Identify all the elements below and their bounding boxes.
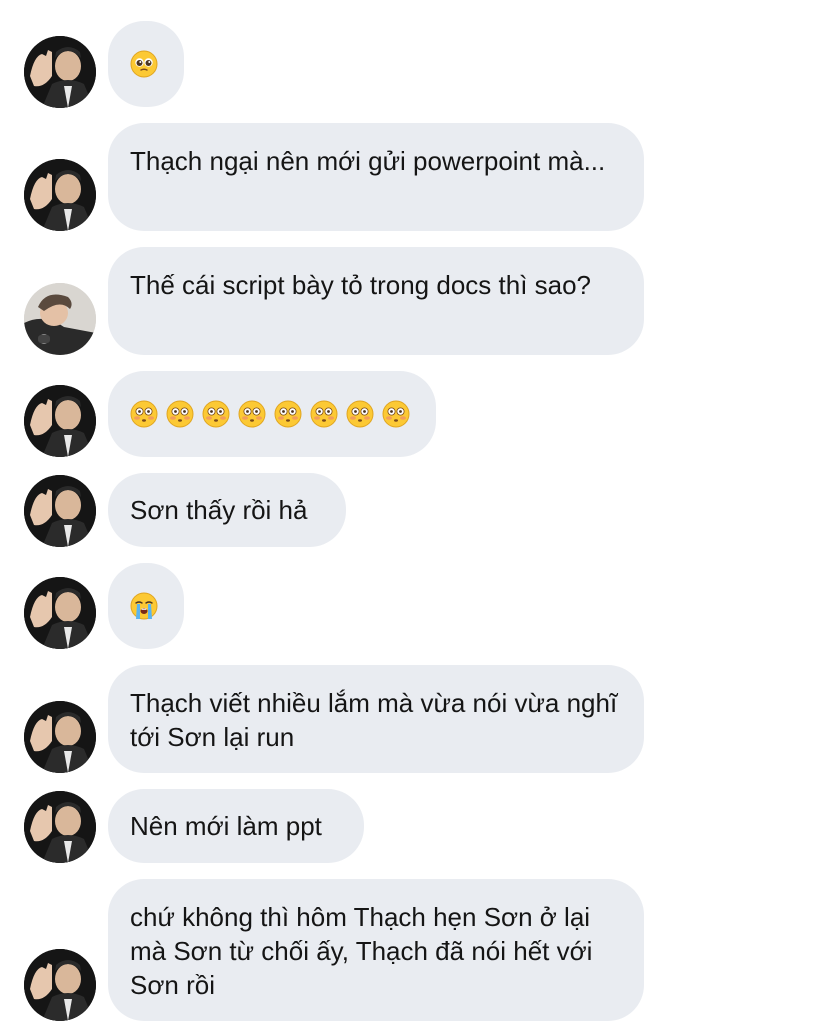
sender-avatar-son[interactable]: [24, 283, 96, 355]
message-bubble[interactable]: chứ không thì hôm Thạch hẹn Sơn ở lại mà…: [108, 879, 644, 1021]
sender-avatar-thach[interactable]: [24, 36, 96, 108]
pleading-face-icon: [130, 50, 158, 78]
flushed-face-icon: [166, 400, 194, 428]
sender-avatar-thach[interactable]: [24, 949, 96, 1021]
flushed-face-icon: [310, 400, 338, 428]
message-text: Sơn thấy rồi hả: [130, 495, 308, 525]
flushed-face-icon: [382, 400, 410, 428]
sender-avatar-thach[interactable]: [24, 385, 96, 457]
message-thread: Thạch ngại nên mới gửi powerpoint mà... …: [0, 0, 828, 1036]
emoji-row: [130, 400, 410, 428]
sender-avatar-thach[interactable]: [24, 791, 96, 863]
emoji-row: [130, 592, 158, 620]
sender-avatar-thach[interactable]: [24, 701, 96, 773]
message-text: Thế cái script bày tỏ trong docs thì sao…: [130, 270, 592, 300]
message-bubble[interactable]: [108, 563, 184, 649]
flushed-face-icon: [274, 400, 302, 428]
message-bubble[interactable]: Sơn thấy rồi hả: [108, 473, 346, 547]
emoji-row: [130, 50, 158, 78]
message-text: Nên mới làm ppt: [130, 811, 322, 841]
flushed-face-icon: [202, 400, 230, 428]
sender-avatar-thach[interactable]: [24, 159, 96, 231]
message-text: Thạch ngại nên mới gửi powerpoint mà...: [130, 146, 606, 176]
flushed-face-icon: [346, 400, 374, 428]
message-text: Thạch viết nhiều lắm mà vừa nói vừa nghĩ…: [130, 688, 618, 752]
flushed-face-icon: [130, 400, 158, 428]
message-bubble[interactable]: Nên mới làm ppt: [108, 789, 364, 863]
message-bubble[interactable]: Thạch viết nhiều lắm mà vừa nói vừa nghĩ…: [108, 665, 644, 773]
message-text: chứ không thì hôm Thạch hẹn Sơn ở lại mà…: [130, 902, 593, 1000]
sender-avatar-thach[interactable]: [24, 475, 96, 547]
message-bubble[interactable]: Thế cái script bày tỏ trong docs thì sao…: [108, 247, 644, 355]
loudly-crying-face-icon: [130, 592, 158, 620]
flushed-face-icon: [238, 400, 266, 428]
sender-avatar-thach[interactable]: [24, 577, 96, 649]
message-bubble[interactable]: Thạch ngại nên mới gửi powerpoint mà...: [108, 123, 644, 231]
message-bubble[interactable]: [108, 371, 436, 457]
message-bubble[interactable]: [108, 21, 184, 107]
